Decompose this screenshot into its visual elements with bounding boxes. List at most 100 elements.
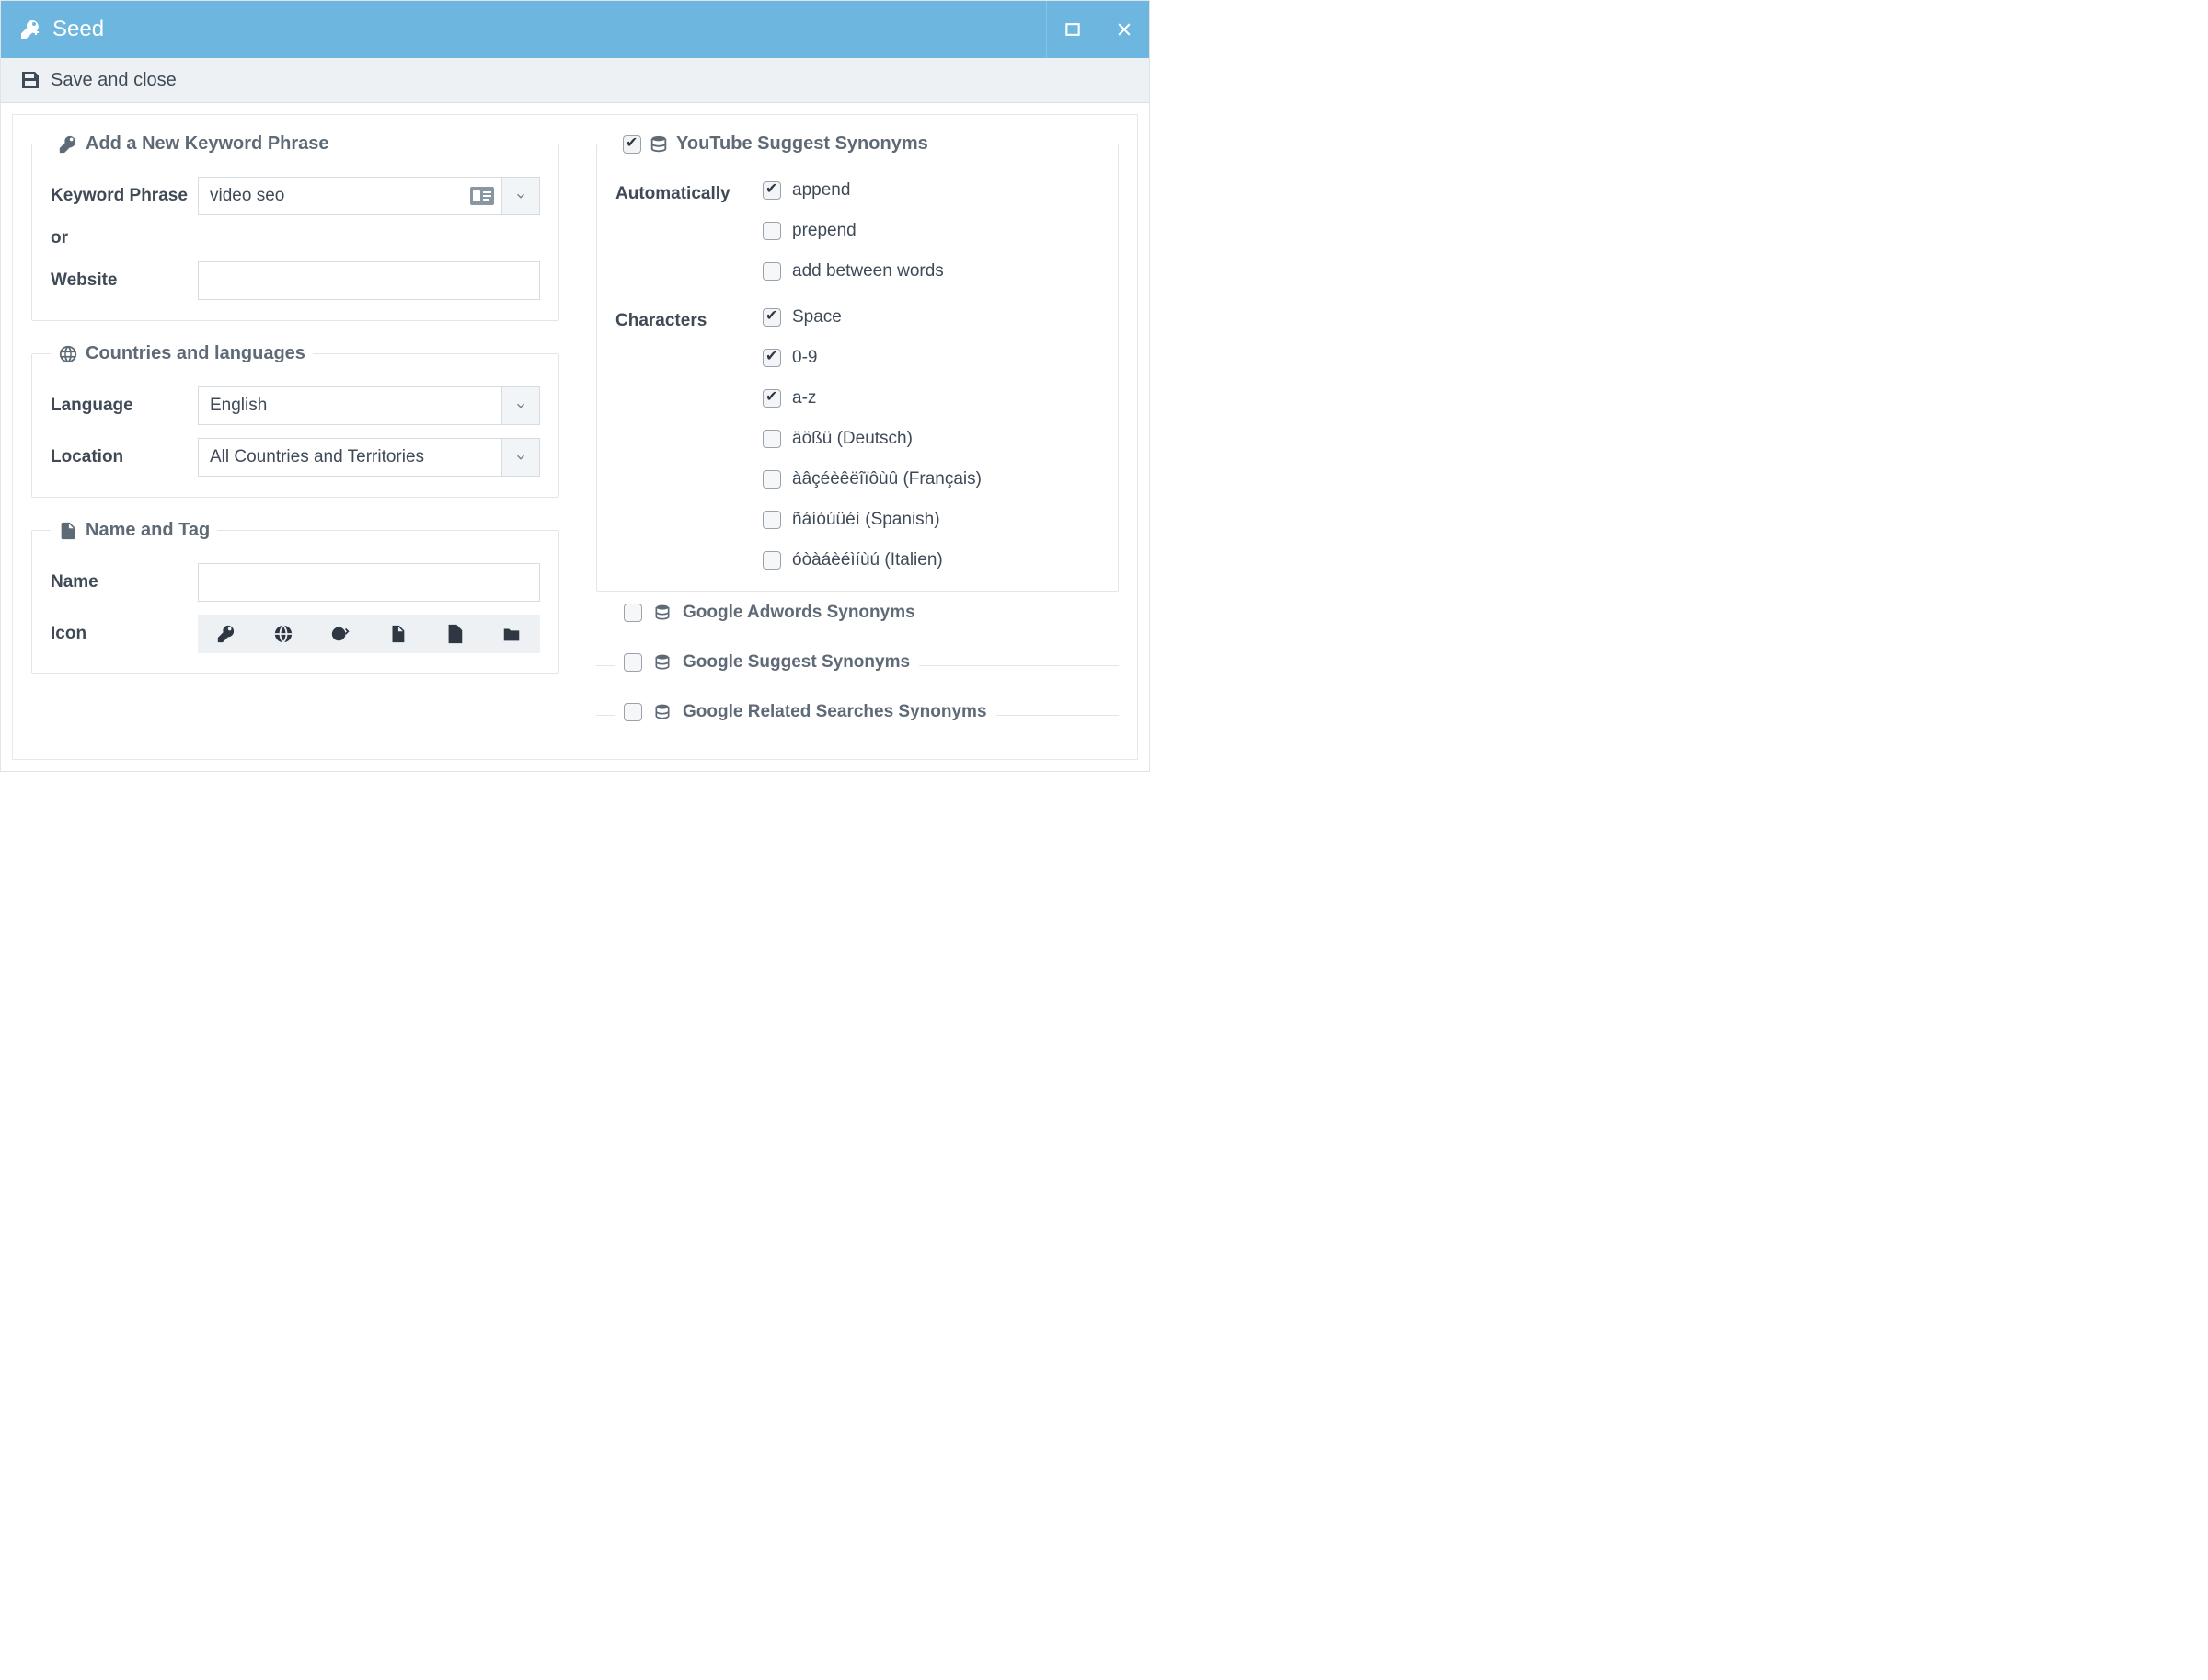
keyword-phrase-label: Keyword Phrase [51,186,198,206]
countries-legend: Countries and languages [51,343,313,364]
database-icon [653,604,672,622]
window-title: Seed [52,17,104,42]
youtube-legend-text: YouTube Suggest Synonyms [676,133,928,155]
language-label: Language [51,396,198,416]
chars-opt-5-checkbox[interactable] [763,511,781,529]
checkbox-row: àâçéèêëîïôùû (Français) [763,469,1099,489]
globe-icon [58,344,78,364]
key-plus-icon [19,18,41,40]
automatically-label: Automatically [615,180,763,282]
chars-opt-2-checkbox[interactable] [763,389,781,408]
chars-opt-3-checkbox[interactable] [763,430,781,448]
collapsed-enable-checkbox[interactable] [624,604,642,622]
chars-opt-1-checkbox[interactable] [763,349,781,367]
keyword-phrase-input[interactable] [198,177,501,215]
dialog-content: Add a New Keyword Phrase Keyword Phrase [12,114,1138,760]
language-select[interactable] [198,386,501,425]
icon-option-globe[interactable] [255,615,312,653]
checkbox-row: add between words [763,261,1099,282]
database-icon [653,703,672,721]
or-label: or [51,228,540,248]
chevron-down-icon [514,451,527,464]
youtube-enable-checkbox[interactable] [623,135,641,154]
chars-opt-5-label: ñáíóúüéí (Spanish) [792,510,940,530]
countries-legend-text: Countries and languages [86,343,305,364]
countries-fieldset: Countries and languages Language Locatio… [31,343,559,498]
dialog-window: Seed Save and close Add a New Keyword Ph… [0,0,1150,772]
collapsed-section: Google Suggest Synonyms [596,665,1119,691]
checkbox-row: prepend [763,221,1099,241]
auto-opt-1-label: prepend [792,221,857,241]
collapsed-section-label: Google Related Searches Synonyms [683,702,987,722]
youtube-legend: YouTube Suggest Synonyms [615,133,936,155]
left-column: Add a New Keyword Phrase Keyword Phrase [31,133,559,696]
maximize-button[interactable] [1046,1,1098,58]
auto-opt-1-checkbox[interactable] [763,222,781,240]
icon-picker [198,615,540,653]
website-input[interactable] [198,261,540,300]
keyword-fieldset: Add a New Keyword Phrase Keyword Phrase [31,133,559,321]
collapsed-section: Google Adwords Synonyms [596,616,1119,641]
collapsed-section-label: Google Suggest Synonyms [683,652,910,673]
key-icon [216,624,236,644]
characters-label: Characters [615,307,763,570]
checkbox-row: äößü (Deutsch) [763,429,1099,449]
collapsed-section-header: Google Related Searches Synonyms [615,702,996,722]
website-label: Website [51,270,198,291]
icon-option-globe-refresh[interactable] [312,615,369,653]
name-label: Name [51,572,198,593]
nametag-legend: Name and Tag [51,520,217,541]
chars-opt-4-label: àâçéèêëîïôùû (Français) [792,469,982,489]
location-select[interactable] [198,438,501,477]
keyword-legend-text: Add a New Keyword Phrase [86,133,329,155]
globe-icon [273,624,293,644]
name-input[interactable] [198,563,540,602]
close-button[interactable] [1098,1,1149,58]
location-dropdown-button[interactable] [501,438,540,477]
chars-opt-0-label: Space [792,307,842,328]
chevron-down-icon [514,399,527,412]
title-bar: Seed [1,1,1149,58]
auto-opt-0-checkbox[interactable] [763,181,781,200]
checkbox-row: a-z [763,388,1099,408]
location-label: Location [51,447,198,467]
collapsed-section-header: Google Suggest Synonyms [615,652,919,673]
nametag-fieldset: Name and Tag Name Icon [31,520,559,674]
save-close-button[interactable]: Save and close [1,58,1149,103]
chars-opt-1-label: 0-9 [792,348,817,368]
keyword-legend: Add a New Keyword Phrase [51,133,337,155]
window-controls [1046,1,1149,58]
close-icon [1115,20,1133,39]
automatically-options: append prepend add between words [763,180,1099,282]
collapsed-enable-checkbox[interactable] [624,703,642,721]
id-card-icon [470,187,494,205]
icon-option-folder[interactable] [483,615,540,653]
collapsed-enable-checkbox[interactable] [624,653,642,672]
chars-opt-6-label: óòàáèéìíùú (Italien) [792,550,943,570]
collapsed-sections: Google Adwords Synonyms Google Suggest Sy… [596,616,1119,741]
file-outline-icon [444,624,465,644]
language-dropdown-button[interactable] [501,386,540,425]
file-solid-icon [387,624,408,644]
chars-opt-4-checkbox[interactable] [763,470,781,489]
globe-arrow-icon [330,624,351,644]
chevron-down-icon [514,190,527,202]
chars-opt-0-checkbox[interactable] [763,308,781,327]
icon-option-key[interactable] [198,615,255,653]
collapsed-section-label: Google Adwords Synonyms [683,603,915,623]
youtube-fieldset: YouTube Suggest Synonyms Automatically a… [596,133,1119,592]
checkbox-row: 0-9 [763,348,1099,368]
auto-opt-0-label: append [792,180,850,201]
database-icon [653,653,672,672]
checkbox-row: óòàáèéìíùú (Italien) [763,550,1099,570]
auto-opt-2-checkbox[interactable] [763,262,781,281]
chars-opt-6-checkbox[interactable] [763,551,781,570]
icon-option-file-solid[interactable] [369,615,426,653]
keyword-dropdown-button[interactable] [501,177,540,215]
save-icon [19,69,41,91]
save-close-label: Save and close [51,70,177,91]
file-wrench-icon [58,521,78,541]
icon-option-file-outline[interactable] [426,615,483,653]
folder-icon [501,624,522,644]
maximize-icon [1064,20,1082,39]
